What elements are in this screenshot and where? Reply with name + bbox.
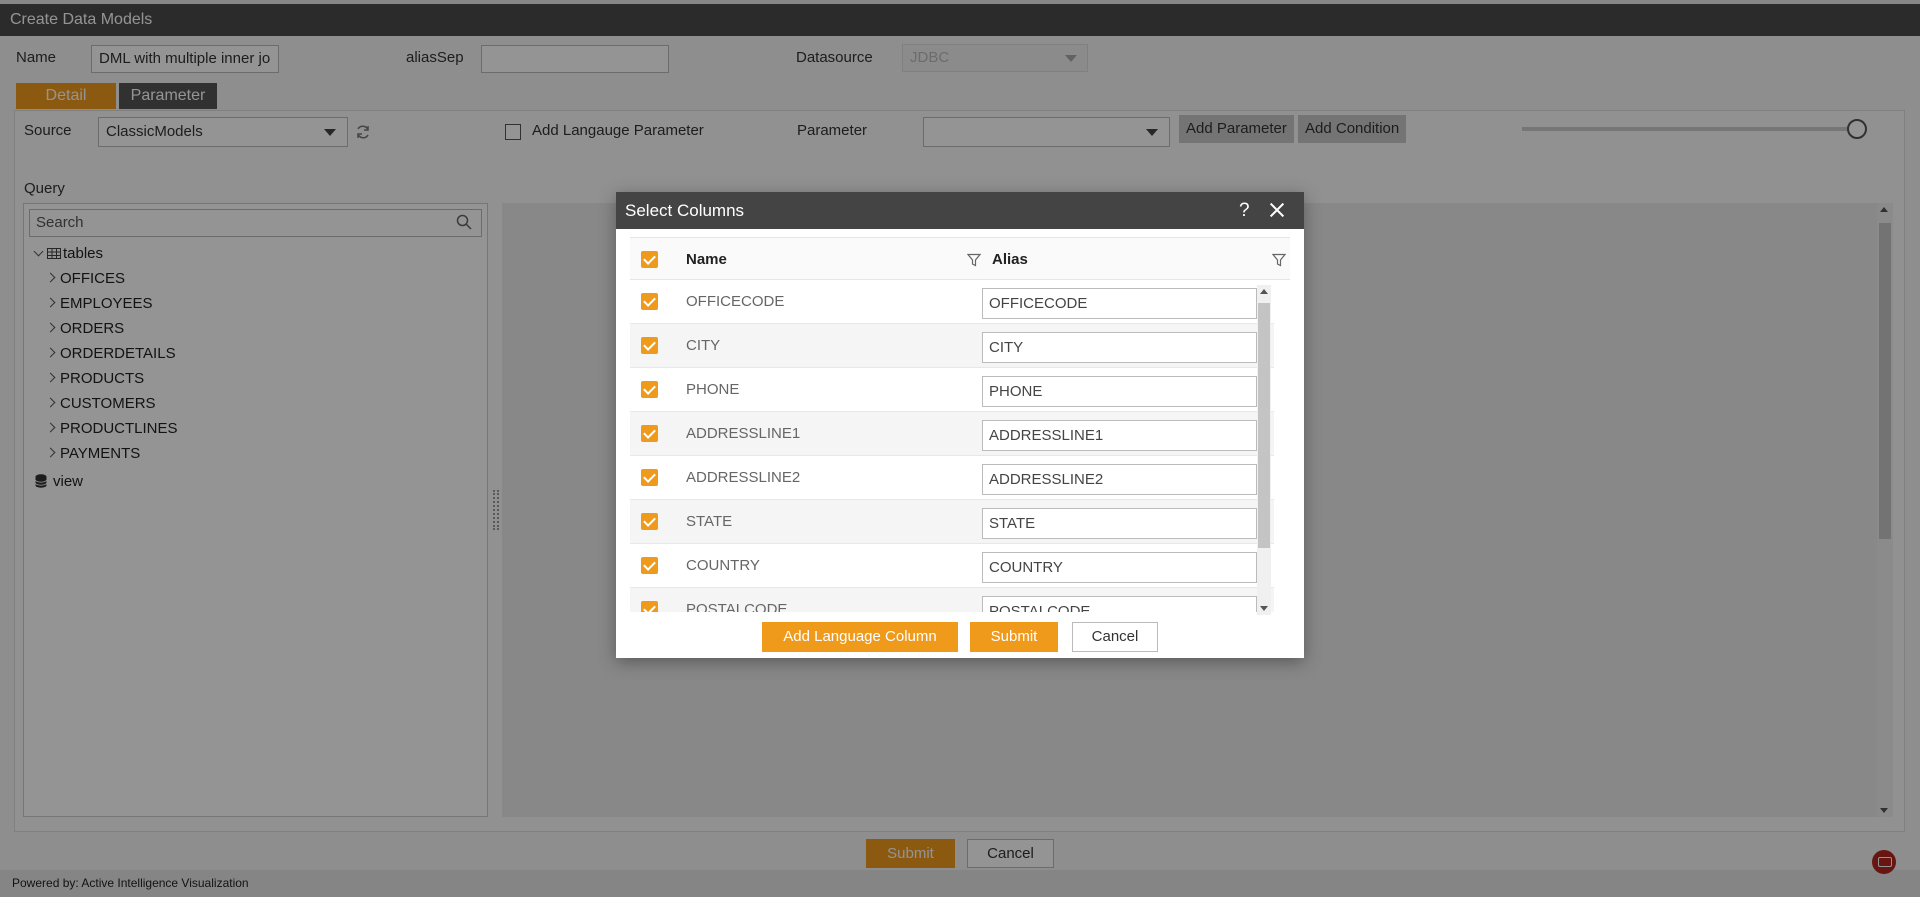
row-checkbox[interactable] (641, 469, 658, 486)
add-language-column-button[interactable]: Add Language Column (762, 622, 958, 652)
column-name: OFFICECODE (686, 293, 785, 310)
column-name: POSTALCODE (686, 601, 788, 612)
dialog-title: Select Columns (616, 192, 1304, 229)
scroll-up-arrow[interactable] (1260, 289, 1268, 294)
column-name: ADDRESSLINE1 (686, 425, 801, 442)
filter-icon[interactable] (967, 253, 981, 267)
column-name: CITY (686, 337, 721, 354)
alias-input[interactable]: COUNTRY (982, 552, 1257, 583)
grid-header: Name Alias (630, 238, 1290, 280)
select-columns-dialog: Select Columns ? Name Alias OFFICECODE O… (616, 192, 1304, 658)
close-icon[interactable] (1267, 200, 1287, 220)
table-row: CITY CITY (630, 324, 1274, 368)
help-icon[interactable]: ? (1239, 192, 1250, 229)
alias-input[interactable]: ADDRESSLINE2 (982, 464, 1257, 495)
columns-grid: Name Alias OFFICECODE OFFICECODE CITY CI… (630, 237, 1290, 612)
alias-input[interactable]: POSTALCODE (982, 596, 1257, 612)
dialog-cancel-button[interactable]: Cancel (1072, 622, 1158, 652)
row-checkbox[interactable] (641, 601, 658, 612)
table-row: POSTALCODE POSTALCODE (630, 588, 1274, 612)
grid-scrollbar[interactable] (1257, 285, 1271, 615)
row-checkbox[interactable] (641, 513, 658, 530)
scroll-down-arrow[interactable] (1260, 606, 1268, 611)
alias-input[interactable]: PHONE (982, 376, 1257, 407)
grid-scrollbar-thumb[interactable] (1258, 303, 1270, 548)
table-row: ADDRESSLINE1 ADDRESSLINE1 (630, 412, 1274, 456)
row-checkbox[interactable] (641, 381, 658, 398)
alias-column-header: Alias (992, 251, 1028, 268)
row-checkbox[interactable] (641, 337, 658, 354)
alias-input[interactable]: CITY (982, 332, 1257, 363)
filter-icon[interactable] (1272, 253, 1286, 267)
alias-input[interactable]: STATE (982, 508, 1257, 539)
column-name: COUNTRY (686, 557, 760, 574)
alias-input[interactable]: ADDRESSLINE1 (982, 420, 1257, 451)
dialog-submit-button[interactable]: Submit (970, 622, 1058, 652)
table-row: PHONE PHONE (630, 368, 1274, 412)
table-row: OFFICECODE OFFICECODE (630, 280, 1274, 324)
table-row: STATE STATE (630, 500, 1274, 544)
table-row: COUNTRY COUNTRY (630, 544, 1274, 588)
column-name: STATE (686, 513, 733, 530)
column-name: PHONE (686, 381, 740, 398)
table-row: ADDRESSLINE2 ADDRESSLINE2 (630, 456, 1274, 500)
column-name: ADDRESSLINE2 (686, 469, 801, 486)
select-all-checkbox[interactable] (641, 251, 658, 268)
row-checkbox[interactable] (641, 425, 658, 442)
alias-input[interactable]: OFFICECODE (982, 288, 1257, 319)
name-column-header: Name (686, 251, 727, 268)
row-checkbox[interactable] (641, 557, 658, 574)
row-checkbox[interactable] (641, 293, 658, 310)
